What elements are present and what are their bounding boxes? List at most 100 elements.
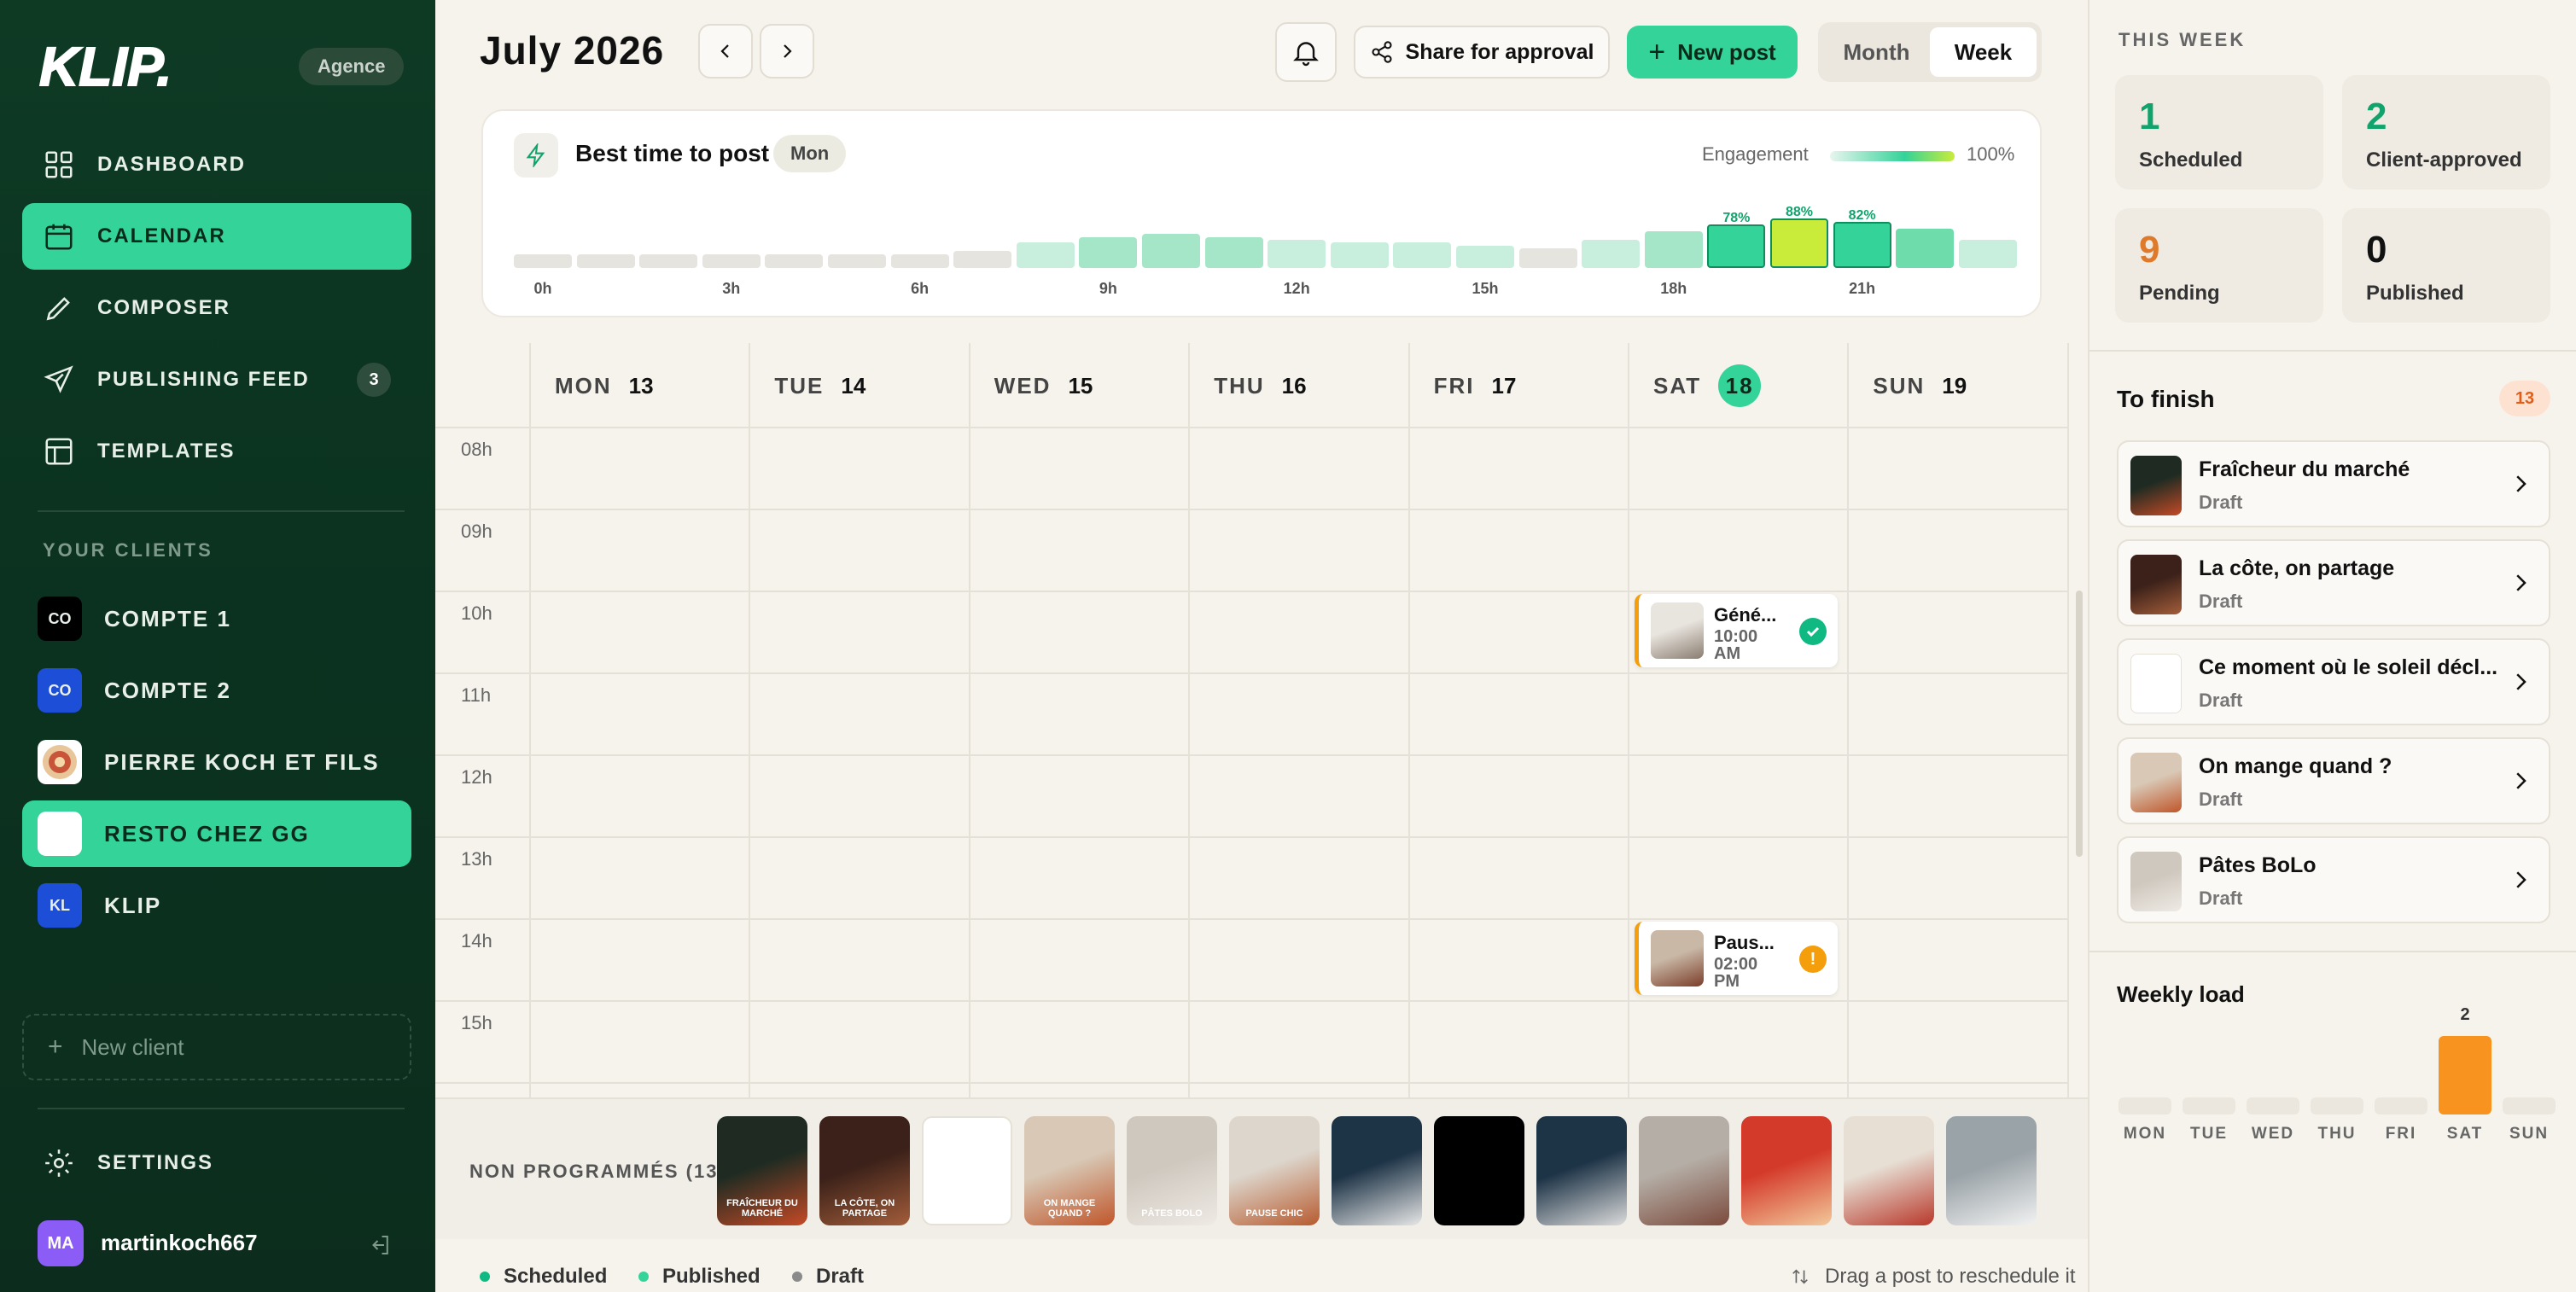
day-header-sun[interactable]: SUN 19 [1873, 343, 1967, 428]
unscheduled-post-thumbnail[interactable] [1741, 1116, 1832, 1225]
unscheduled-label: NON PROGRAMMÉS (13) [469, 1161, 726, 1182]
divider [2088, 350, 2576, 352]
day-name: THU [1214, 372, 1265, 399]
unscheduled-post-thumbnail[interactable] [922, 1116, 1012, 1225]
weekly-load-bar[interactable] [2118, 1097, 2171, 1114]
hour-bar[interactable] [953, 251, 1012, 268]
calendar-event[interactable]: Géné... 10:00 AM [1635, 594, 1838, 667]
klip-logo[interactable]: KLIP. [38, 38, 191, 97]
to-finish-item[interactable]: Ce moment où le soleil décl... Draft [2117, 638, 2550, 725]
hour-bar[interactable] [1330, 242, 1389, 268]
hour-bar[interactable] [1582, 240, 1641, 268]
unscheduled-post-thumbnail[interactable]: ON MANGE QUAND ? [1024, 1116, 1115, 1225]
nav-settings[interactable]: SETTINGS [22, 1130, 411, 1196]
stat-published[interactable]: 0 Published [2342, 208, 2550, 323]
share-icon [1370, 40, 1394, 64]
next-week-button[interactable] [760, 24, 814, 79]
best-time-day-badge[interactable]: Mon [773, 135, 847, 172]
view-month-button[interactable]: Month [1823, 27, 1930, 77]
unscheduled-post-thumbnail[interactable]: PÂTES BOLO [1127, 1116, 1217, 1225]
stat-client-approved[interactable]: 2 Client-approved [2342, 75, 2550, 189]
hour-bar[interactable] [702, 254, 761, 268]
nav-dashboard[interactable]: DASHBOARD [22, 131, 411, 198]
unscheduled-post-thumbnail[interactable] [1946, 1116, 2037, 1225]
client-klip[interactable]: KL KLIP [22, 872, 411, 939]
new-post-button[interactable]: + New post [1627, 26, 1798, 79]
hour-bar[interactable] [890, 254, 949, 268]
unscheduled-post-thumbnail[interactable] [1434, 1116, 1524, 1225]
prev-week-button[interactable] [698, 24, 753, 79]
day-header-thu[interactable]: THU 16 [1214, 343, 1306, 428]
weekly-load-bar[interactable] [2311, 1097, 2363, 1114]
client-resto-chez-gg[interactable]: RESTO CHEZ GG [22, 800, 411, 867]
to-finish-item[interactable]: Fraîcheur du marché Draft [2117, 440, 2550, 527]
share-for-approval-button[interactable]: Share for approval [1354, 26, 1610, 79]
calendar-scrollbar[interactable] [2076, 591, 2083, 857]
unscheduled-post-thumbnail[interactable] [1332, 1116, 1422, 1225]
hour-bar[interactable] [1456, 245, 1514, 268]
to-finish-item[interactable]: Pâtes BoLo Draft [2117, 836, 2550, 923]
to-finish-item[interactable]: On mange quand ? Draft [2117, 737, 2550, 824]
hour-bar[interactable] [514, 254, 572, 268]
hour-bar[interactable] [1958, 240, 2017, 268]
notifications-button[interactable] [1275, 22, 1337, 82]
grid-hline [435, 1082, 2069, 1084]
to-finish-item[interactable]: La côte, on partage Draft [2117, 539, 2550, 626]
hour-bar[interactable] [639, 254, 698, 268]
client-compte-2[interactable]: CO COMPTE 2 [22, 657, 411, 724]
nav-composer[interactable]: COMPOSER [22, 275, 411, 341]
hour-bar[interactable] [765, 254, 824, 268]
user-avatar[interactable]: MA [38, 1220, 84, 1266]
hour-bar[interactable] [1079, 236, 1138, 268]
hour-bar[interactable] [1393, 242, 1452, 268]
client-pierre-koch[interactable]: PIERRE KOCH ET FILS [22, 729, 411, 795]
client-compte-1[interactable]: CO COMPTE 1 [22, 585, 411, 652]
stat-pending[interactable]: 9 Pending [2115, 208, 2323, 323]
unscheduled-post-thumbnail[interactable] [1536, 1116, 1627, 1225]
weekly-load-bar[interactable] [2247, 1097, 2299, 1114]
day-header-wed[interactable]: WED 15 [994, 343, 1093, 428]
new-client-button[interactable]: + New client [22, 1014, 411, 1080]
day-number: 16 [1281, 372, 1307, 399]
hour-bar[interactable] [1896, 228, 1955, 268]
stat-label: Pending [2139, 282, 2220, 305]
grid-hline [435, 672, 2069, 674]
weekly-load-bar[interactable] [2375, 1097, 2427, 1114]
day-name: WED [994, 372, 1052, 399]
nav-templates[interactable]: TEMPLATES [22, 418, 411, 485]
hour-bar[interactable] [1268, 240, 1326, 268]
calendar-event[interactable]: Paus... 02:00 PM! [1635, 922, 1838, 995]
nav-calendar[interactable]: CALENDAR [22, 203, 411, 270]
unscheduled-post-thumbnail[interactable]: FRAÎCHEUR DU MARCHÉ [717, 1116, 807, 1225]
hour-bar[interactable] [1833, 221, 1891, 268]
logout-icon[interactable] [367, 1232, 393, 1258]
unscheduled-post-thumbnail[interactable] [1844, 1116, 1934, 1225]
unscheduled-post-thumbnail[interactable]: LA CÔTE, ON PARTAGE [819, 1116, 910, 1225]
day-header-fri[interactable]: FRI 17 [1434, 343, 1517, 428]
weekly-load-bar[interactable] [2503, 1097, 2556, 1114]
hour-bar[interactable] [1204, 236, 1263, 268]
view-week-button[interactable]: Week [1930, 27, 2037, 77]
legend-draft: Draft [792, 1265, 864, 1289]
weekly-load-bar[interactable] [2439, 1036, 2491, 1114]
stat-scheduled[interactable]: 1 Scheduled [2115, 75, 2323, 189]
hour-bar[interactable] [1770, 218, 1828, 268]
hour-tick-label: 0h [533, 280, 552, 297]
day-header-sat[interactable]: SAT 18 [1653, 343, 1762, 428]
hour-bar[interactable] [828, 254, 886, 268]
hour-bar[interactable] [1644, 231, 1703, 268]
day-header-mon[interactable]: MON 13 [555, 343, 654, 428]
hour-bar[interactable] [1016, 242, 1075, 268]
hour-bar[interactable] [1142, 234, 1200, 268]
nav-publishing-feed[interactable]: PUBLISHING FEED 3 [22, 346, 411, 413]
day-name: SUN [1873, 372, 1926, 399]
hour-bar[interactable] [576, 254, 635, 268]
unscheduled-post-thumbnail[interactable]: PAUSE CHIC [1229, 1116, 1320, 1225]
to-finish-count: 13 [2499, 381, 2550, 416]
weekly-load-day: MON [2123, 1125, 2167, 1143]
day-header-tue[interactable]: TUE 14 [774, 343, 865, 428]
hour-bar[interactable] [1518, 247, 1577, 268]
unscheduled-post-thumbnail[interactable] [1639, 1116, 1729, 1225]
weekly-load-bar[interactable] [2183, 1097, 2235, 1114]
hour-bar[interactable] [1707, 224, 1766, 268]
